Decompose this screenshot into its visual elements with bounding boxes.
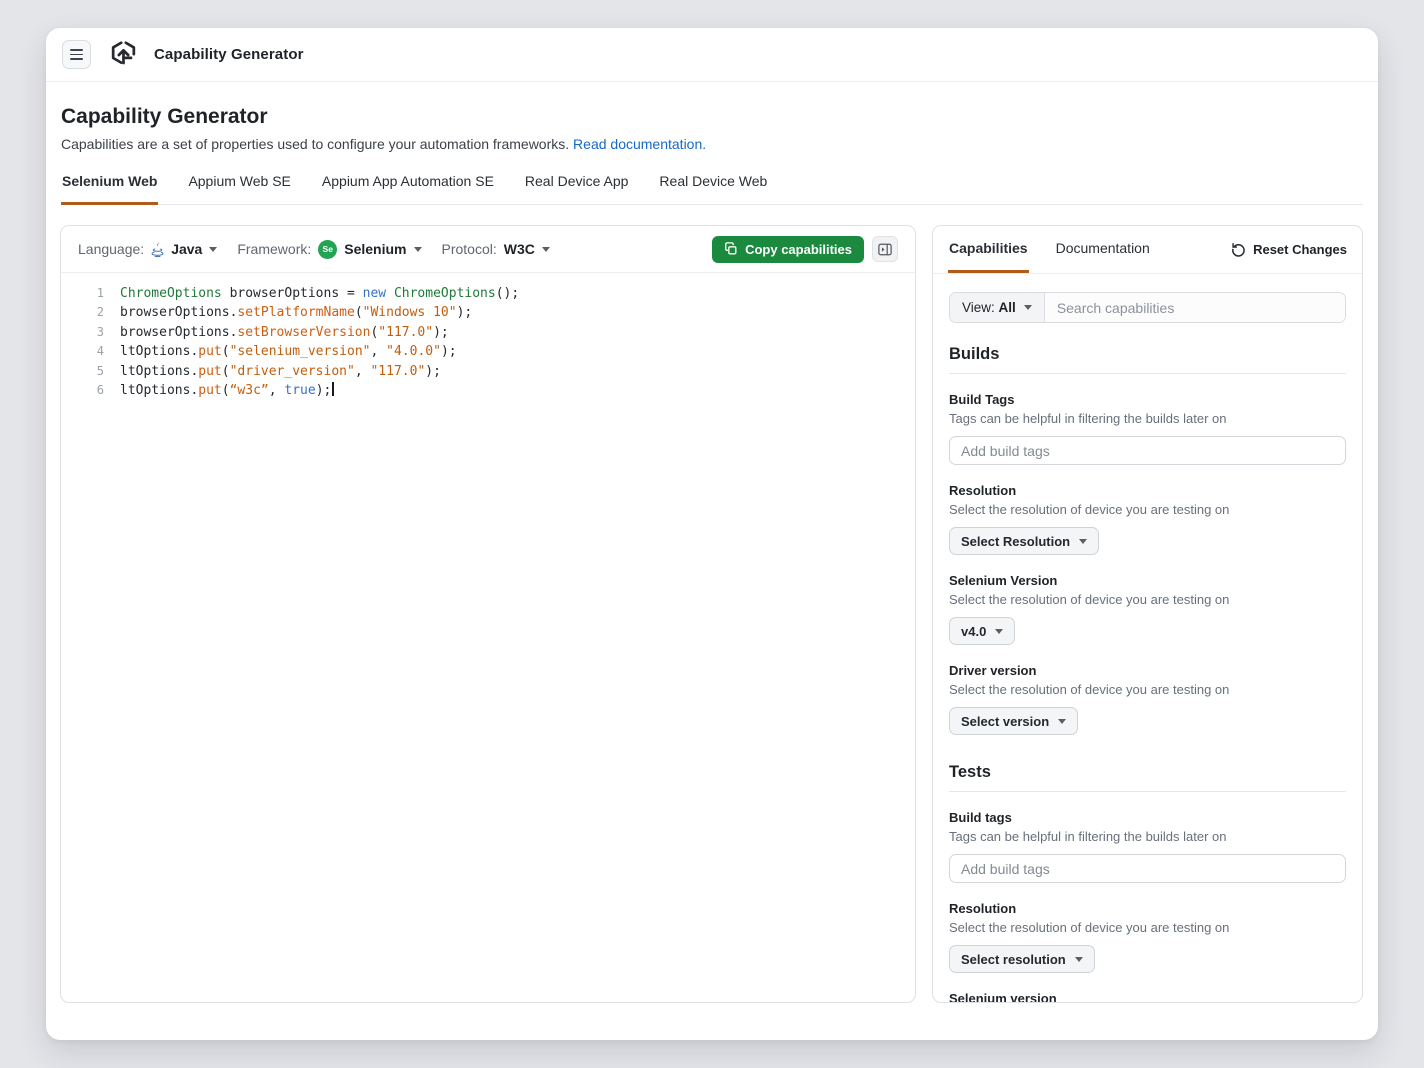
section-title-builds: Builds bbox=[949, 345, 1000, 363]
field-help-text: Tags can be helpful in filtering the bui… bbox=[949, 411, 1227, 426]
editor-toolbar: Language: Java Framework: Se Selenium Pr… bbox=[61, 226, 915, 273]
code-line: 3 browserOptions.setBrowserVersion("117.0… bbox=[61, 323, 915, 342]
language-selector[interactable]: Language: Java bbox=[78, 241, 218, 258]
collapse-panel-button[interactable] bbox=[872, 236, 898, 262]
field-builds-build-tags: Build Tags Tags can be helpful in filteri… bbox=[949, 392, 1346, 465]
chevron-down-icon bbox=[995, 628, 1004, 634]
code-line: 1 ChromeOptions browserOptions = new Chro… bbox=[61, 284, 915, 303]
tab-real-device-app[interactable]: Real Device App bbox=[524, 173, 630, 205]
field-help-text: Select the resolution of device you are … bbox=[949, 502, 1230, 517]
chevron-down-icon bbox=[541, 246, 550, 252]
code-line: 4 ltOptions.put("selenium_version", "4.0.… bbox=[61, 342, 915, 361]
tab-capabilities[interactable]: Capabilities bbox=[948, 226, 1029, 273]
field-tests-selenium-version: Selenium versionSelect the resolution of… bbox=[949, 991, 1346, 1002]
driver-version-select[interactable]: Select version bbox=[949, 707, 1079, 735]
section-divider bbox=[949, 791, 1346, 792]
chevron-down-icon bbox=[1058, 718, 1067, 724]
field-label: Build tags bbox=[949, 810, 1012, 825]
copy-capabilities-button[interactable]: Copy capabilities bbox=[712, 235, 864, 263]
field-help-text: Tags can be helpful in filtering the bui… bbox=[949, 829, 1227, 844]
resolution-select[interactable]: Select Resolution bbox=[949, 527, 1100, 555]
field-label: Resolution bbox=[949, 483, 1017, 498]
tab-documentation[interactable]: Documentation bbox=[1055, 226, 1151, 273]
line-number: 3 bbox=[96, 324, 104, 339]
chevron-down-icon bbox=[1079, 538, 1088, 544]
chevron-down-icon bbox=[1074, 956, 1083, 962]
top-bar: Capability Generator bbox=[46, 28, 1378, 82]
field-builds-resolution: Resolution Select the resolution of devic… bbox=[949, 483, 1346, 555]
page-description: Capabilities are a set of properties use… bbox=[61, 136, 707, 152]
chevron-down-icon bbox=[413, 246, 422, 252]
line-number: 2 bbox=[96, 305, 104, 320]
field-builds-selenium-version: Selenium Version Select the resolution of… bbox=[949, 573, 1346, 645]
capabilities-panel-header: Capabilities Documentation Reset Changes bbox=[933, 226, 1362, 274]
line-number: 6 bbox=[96, 383, 104, 398]
tab-selenium-web[interactable]: Selenium Web bbox=[61, 173, 159, 205]
capabilities-panel-body: View: All Builds Build Tags Tags can be he… bbox=[933, 274, 1362, 1002]
field-tests-resolution: Resolution Select the resolution of devic… bbox=[949, 901, 1346, 973]
view-filter-dropdown[interactable]: View: All bbox=[950, 293, 1045, 322]
code-text: browserOptions.setBrowserVersion("117.0"… bbox=[120, 324, 449, 340]
field-help-text: Select the resolution of device you are … bbox=[949, 682, 1230, 697]
add-build-tags-input[interactable] bbox=[949, 436, 1346, 465]
text-cursor bbox=[332, 382, 334, 397]
read-documentation-link[interactable]: Read documentation. bbox=[573, 136, 706, 152]
chevron-down-icon bbox=[209, 246, 218, 252]
line-number: 1 bbox=[96, 286, 104, 300]
code-editor-panel: Language: Java Framework: Se Selenium Pr… bbox=[60, 225, 916, 1003]
app-title: Capability Generator bbox=[154, 46, 304, 63]
field-label: Build Tags bbox=[949, 392, 1015, 407]
add-build-tags-input[interactable] bbox=[949, 854, 1346, 883]
line-number: 5 bbox=[96, 363, 104, 378]
field-label: Selenium version bbox=[949, 991, 1057, 1002]
code-line: 6 ltOptions.put(“w3c”, true); bbox=[61, 381, 915, 400]
java-icon bbox=[151, 241, 164, 258]
hamburger-menu-button[interactable] bbox=[62, 40, 91, 69]
resolution-select[interactable]: Select resolution bbox=[949, 945, 1095, 973]
framework-selector[interactable]: Framework: Se Selenium bbox=[237, 239, 422, 259]
hamburger-icon bbox=[70, 49, 83, 51]
reset-changes-button[interactable]: Reset Changes bbox=[1231, 242, 1347, 257]
field-help-text: Select the resolution of device you are … bbox=[949, 592, 1230, 607]
reset-icon bbox=[1231, 242, 1246, 257]
field-tests-build-tags: Build tags Tags can be helpful in filteri… bbox=[949, 810, 1346, 883]
code-text: ChromeOptions browserOptions = new Chrom… bbox=[120, 286, 520, 301]
capabilities-panel: Capabilities Documentation Reset Changes … bbox=[932, 225, 1363, 1003]
code-text: ltOptions.put(“w3c”, true); bbox=[120, 381, 334, 400]
field-help-text: Select the resolution of device you are … bbox=[949, 920, 1230, 935]
selenium-icon: Se bbox=[318, 239, 338, 259]
field-label: Driver version bbox=[949, 663, 1037, 678]
capability-generator-window: Capability Generator Capability Generato… bbox=[46, 28, 1378, 1040]
search-capabilities-input[interactable] bbox=[1044, 293, 1345, 322]
field-label: Selenium Version bbox=[949, 573, 1058, 588]
copy-icon bbox=[724, 242, 738, 256]
section-divider bbox=[949, 373, 1346, 374]
page-tabs: Selenium Web Appium Web SE Appium App Auto… bbox=[61, 173, 1363, 205]
capability-search-bar: View: All bbox=[949, 292, 1346, 323]
protocol-selector[interactable]: Protocol: W3C bbox=[442, 241, 550, 257]
code-text: ltOptions.put("selenium_version", "4.0.0… bbox=[120, 344, 457, 360]
lambdatest-logo-icon bbox=[108, 39, 139, 70]
code-text: ltOptions.put("driver_version", "117.0")… bbox=[120, 363, 441, 379]
capability-sections-mount: Builds Build Tags Tags can be helpful in f… bbox=[949, 345, 1346, 1002]
page-title: Capability Generator bbox=[61, 105, 268, 128]
line-number: 4 bbox=[96, 344, 104, 359]
code-line: 2 browserOptions.setPlatformName("Windows… bbox=[61, 303, 915, 322]
code-line: 5 ltOptions.put("driver_version", "117.0"… bbox=[61, 362, 915, 381]
tab-appium-app-automation-se[interactable]: Appium App Automation SE bbox=[321, 173, 495, 205]
field-label: Resolution bbox=[949, 901, 1017, 916]
section-title-tests: Tests bbox=[949, 763, 991, 781]
code-text: browserOptions.setPlatformName("Windows … bbox=[120, 305, 473, 321]
chevron-down-icon bbox=[1023, 305, 1032, 310]
tab-real-device-web[interactable]: Real Device Web bbox=[658, 173, 768, 205]
selenium-version-select[interactable]: v4.0 bbox=[949, 617, 1016, 645]
field-builds-driver-version: Driver version Select the resolution of d… bbox=[949, 663, 1346, 735]
collapse-panel-icon bbox=[878, 243, 892, 256]
tab-appium-web-se[interactable]: Appium Web SE bbox=[187, 173, 291, 205]
code-editor[interactable]: 1 ChromeOptions browserOptions = new Chro… bbox=[61, 273, 915, 411]
